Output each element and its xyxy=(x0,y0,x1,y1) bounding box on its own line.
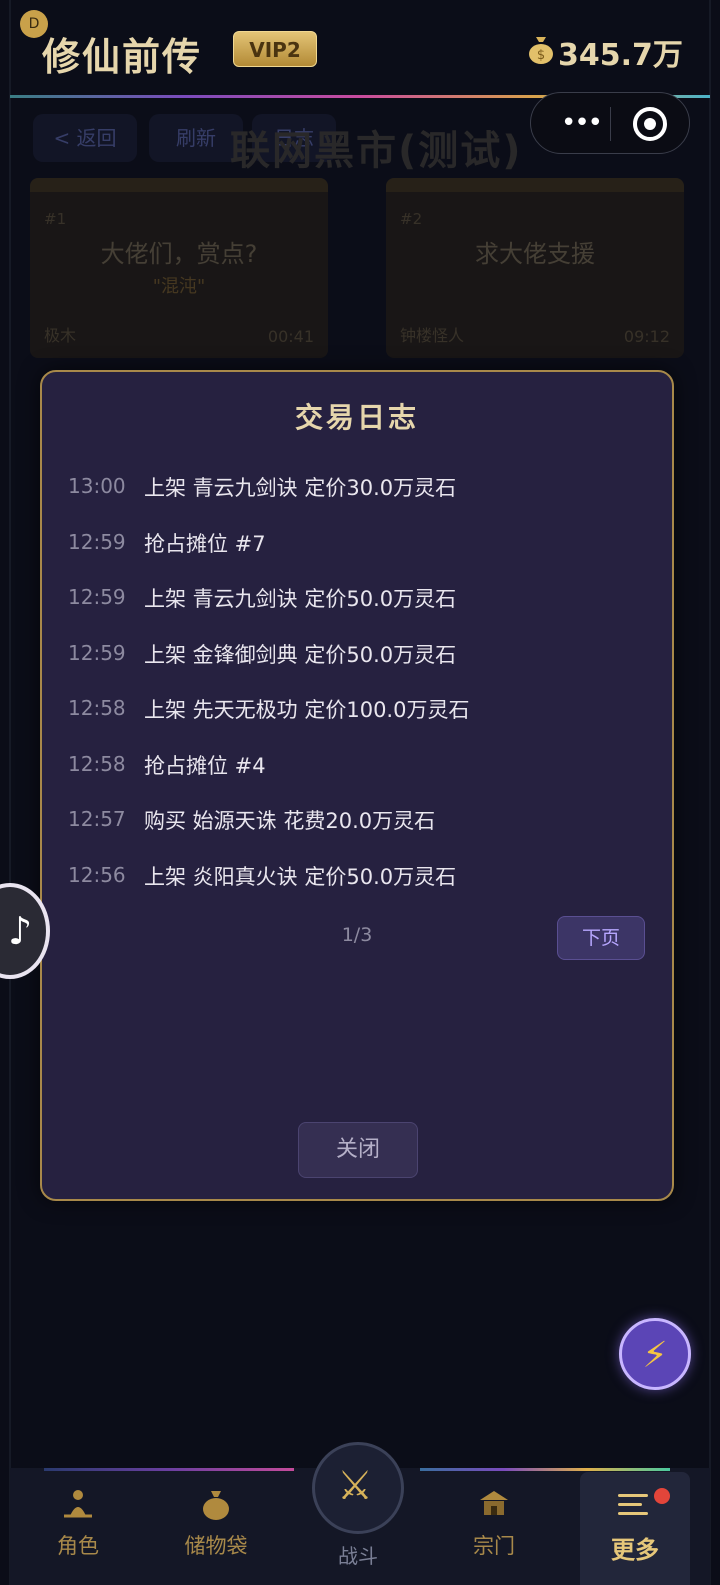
nav-item-character[interactable]: 角色 xyxy=(18,1468,138,1585)
stall-subtitle: "混沌" xyxy=(152,276,206,297)
log-entry: 12:59 上架 青云九剑诀 定价50.0万灵石 xyxy=(68,577,648,617)
nav-label: 更多 xyxy=(611,1536,659,1564)
stall-owner: 钟楼怪人 xyxy=(400,326,465,345)
market-title: 联网黑市(测试) xyxy=(230,128,523,174)
tiktok-icon: ♪ xyxy=(8,909,33,953)
log-text: 购买 始源天诛 花费20.0万灵石 xyxy=(144,809,436,833)
log-text: 上架 青云九剑诀 定价30.0万灵石 xyxy=(144,476,457,500)
log-time: 12:59 xyxy=(68,585,126,609)
log-time: 12:57 xyxy=(68,807,126,831)
meditation-icon xyxy=(64,1490,92,1518)
stall-number: #1 xyxy=(44,210,67,228)
log-entry: 12:59 抢占摊位 #7 xyxy=(68,522,648,562)
back-button[interactable]: < 返回 xyxy=(33,114,137,162)
log-text: 抢占摊位 #7 xyxy=(144,532,266,556)
bag-icon xyxy=(203,1491,229,1520)
stall-owner: 极木 xyxy=(44,326,77,345)
log-text: 上架 青云九剑诀 定价50.0万灵石 xyxy=(144,587,457,611)
stall-number: #2 xyxy=(400,210,423,228)
nav-item-bag[interactable]: 储物袋 xyxy=(156,1468,276,1585)
log-entry: 12:57 购买 始源天诛 花费20.0万灵石 xyxy=(68,799,648,839)
stall-card[interactable]: #2 求大佬支援 钟楼怪人 09:12 xyxy=(386,178,684,358)
close-miniapp-icon[interactable] xyxy=(633,107,667,141)
miniapp-capsule: ••• xyxy=(530,92,690,154)
log-time: 12:59 xyxy=(68,641,126,665)
bottom-nav: 角色 储物袋 ⚔ 战斗 宗门 更多 xyxy=(10,1442,710,1585)
notification-dot xyxy=(654,1488,670,1504)
log-entry: 13:00 上架 青云九剑诀 定价30.0万灵石 xyxy=(68,466,648,506)
nav-item-more[interactable]: 更多 xyxy=(580,1472,690,1585)
trade-log-modal: 交易日志 13:00 上架 青云九剑诀 定价30.0万灵石 12:59 抢占摊位… xyxy=(40,370,674,1201)
more-options-icon[interactable]: ••• xyxy=(551,105,611,141)
svg-text:$: $ xyxy=(537,48,545,63)
log-time: 12:58 xyxy=(68,696,126,720)
money-amount: 345.7万 xyxy=(558,38,683,73)
modal-title: 交易日志 xyxy=(294,401,419,434)
log-entry: 12:58 抢占摊位 #4 xyxy=(68,744,648,784)
nav-label: 角色 xyxy=(57,1534,99,1558)
nav-label: 储物袋 xyxy=(184,1534,248,1558)
crossed-swords-icon: ⚔ xyxy=(337,1463,373,1509)
log-time: 12:56 xyxy=(68,863,126,887)
stall-time: 09:12 xyxy=(623,327,670,346)
log-text: 上架 金锋御剑典 定价50.0万灵石 xyxy=(144,643,457,667)
nav-item-sect[interactable]: 宗门 xyxy=(434,1468,554,1585)
close-button[interactable]: 关闭 xyxy=(298,1122,418,1178)
log-text: 上架 先天无极功 定价100.0万灵石 xyxy=(144,698,470,722)
log-text: 上架 炎阳真火诀 定价50.0万灵石 xyxy=(144,865,457,889)
nav-label: 宗门 xyxy=(473,1534,515,1558)
log-entry: 12:59 上架 金锋御剑典 定价50.0万灵石 xyxy=(68,633,648,673)
stall-name: 求大佬支援 xyxy=(475,240,595,268)
temple-icon xyxy=(480,1491,508,1515)
log-time: 12:59 xyxy=(68,530,126,554)
refresh-button[interactable]: 刷新 xyxy=(149,114,243,162)
app-root: D 修仙前传 VIP2 $ 345.7万 < 返回 刷新 日志 联网黑市(测试)… xyxy=(0,0,720,1585)
stall-name: 大佬们，赏点? xyxy=(100,240,258,268)
log-entry: 12:56 上架 炎阳真火诀 定价50.0万灵石 xyxy=(68,855,648,895)
next-page-button[interactable]: 下页 xyxy=(557,916,645,960)
stall-time: 00:41 xyxy=(267,327,314,346)
nav-item-battle[interactable]: ⚔ xyxy=(312,1442,404,1534)
log-entry: 12:58 上架 先天无极功 定价100.0万灵石 xyxy=(68,688,648,728)
quick-action-button[interactable]: ⚡ xyxy=(619,1318,691,1390)
capsule-divider xyxy=(610,107,611,141)
money-bag-icon: $ xyxy=(529,37,553,64)
menu-icon xyxy=(618,1492,652,1518)
log-time: 12:58 xyxy=(68,752,126,776)
nav-label: 战斗 xyxy=(338,1544,378,1568)
app-title: 修仙前传 xyxy=(42,35,203,79)
stall-card[interactable]: #1 大佬们，赏点? "混沌" 极木 00:41 xyxy=(30,178,328,358)
vip-badge[interactable]: VIP2 xyxy=(233,31,317,67)
log-time: 13:00 xyxy=(68,474,126,498)
log-text: 抢占摊位 #4 xyxy=(144,754,266,778)
lightning-icon: ⚡ xyxy=(642,1335,668,1376)
